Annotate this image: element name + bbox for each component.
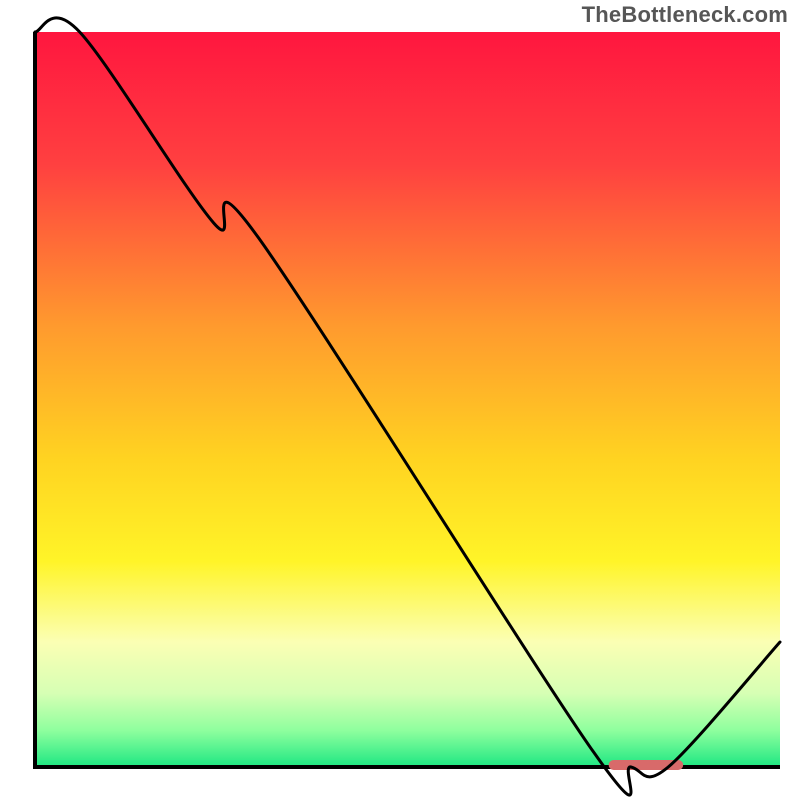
attribution-text: TheBottleneck.com xyxy=(582,2,788,28)
plot-background xyxy=(35,32,780,767)
bottleneck-chart xyxy=(0,0,800,800)
chart-container: TheBottleneck.com xyxy=(0,0,800,800)
